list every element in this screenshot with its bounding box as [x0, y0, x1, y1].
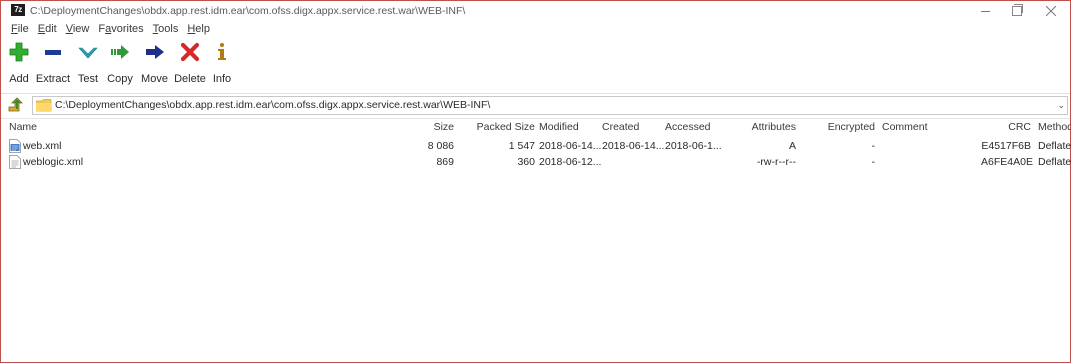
column-header-created[interactable]: Created — [602, 121, 639, 137]
up-folder-icon[interactable] — [7, 97, 25, 113]
file-name: web.xml — [23, 140, 62, 152]
maximize-button[interactable] — [1000, 1, 1034, 21]
file-method: Deflate — [1038, 140, 1071, 152]
delete-label: Delete — [174, 73, 206, 85]
chevron-down-icon[interactable]: ⌄ — [1057, 100, 1065, 111]
extract-label: Extract — [35, 73, 71, 85]
move-button[interactable]: Move — [137, 42, 172, 88]
file-modified: 2018-06-14... — [539, 140, 602, 152]
file-accessed: 2018-06-1... — [665, 140, 722, 152]
toolbar: Add Extract Test Copy Move Delete Info — [5, 42, 236, 90]
check-chevron-icon — [78, 47, 98, 59]
plus-icon — [9, 42, 29, 62]
address-path: C:\DeploymentChanges\obdx.app.rest.idm.e… — [55, 99, 491, 111]
xml-file-icon — [9, 155, 21, 169]
menu-favorites[interactable]: Favorites — [94, 23, 148, 39]
delete-button[interactable]: Delete — [172, 42, 208, 88]
file-packed-size: 1 547 — [508, 140, 535, 152]
move-arrow-icon — [145, 45, 164, 59]
add-label: Add — [9, 73, 29, 85]
file-crc: A6FE4A0E — [981, 156, 1033, 168]
menu-file[interactable]: File — [7, 23, 34, 39]
file-encrypted: - — [871, 140, 876, 152]
app-icon: 7z — [11, 4, 25, 16]
minimize-button[interactable] — [969, 1, 1003, 21]
address-field[interactable]: C:\DeploymentChanges\obdx.app.rest.idm.e… — [32, 96, 1068, 115]
folder-icon — [36, 99, 52, 112]
table-row[interactable]: weblogic.xml 869 360 2018-06-12... -rw-r… — [1, 155, 1071, 171]
column-header-crc[interactable]: CRC — [991, 121, 1031, 137]
file-attributes: -rw-r--r-- — [756, 156, 796, 168]
file-created: 2018-06-14... — [602, 140, 665, 152]
file-size: 869 — [436, 156, 454, 168]
close-icon — [1046, 6, 1056, 16]
archive-window: 7z C:\DeploymentChanges\obdx.app.rest.id… — [0, 0, 1071, 363]
column-header-comment[interactable]: Comment — [882, 121, 928, 137]
info-button[interactable]: Info — [208, 42, 236, 88]
menu-view[interactable]: View — [62, 23, 95, 39]
menu-tools[interactable]: Tools — [149, 23, 184, 39]
extract-button[interactable]: Extract — [33, 42, 73, 88]
move-label: Move — [141, 73, 168, 85]
menu-edit[interactable]: Edit — [34, 23, 62, 39]
file-crc: E4517F6B — [981, 140, 1031, 152]
file-modified: 2018-06-12... — [539, 156, 602, 168]
file-list: Name Size Packed Size Modified Created A… — [1, 118, 1071, 362]
column-header-name[interactable]: Name — [9, 121, 37, 137]
file-size: 8 086 — [427, 140, 454, 152]
info-label: Info — [212, 73, 232, 85]
copy-arrow-icon — [111, 45, 129, 59]
table-row[interactable]: web.xml 8 086 1 547 2018-06-14... 2018-0… — [1, 139, 1071, 155]
column-header-method[interactable]: Method — [1038, 121, 1071, 137]
menu-help[interactable]: Help — [183, 23, 215, 39]
column-header-size[interactable]: Size — [401, 121, 454, 137]
column-header-attributes[interactable]: Attributes — [741, 121, 796, 137]
add-button[interactable]: Add — [5, 42, 33, 88]
file-name: weblogic.xml — [23, 156, 84, 168]
address-bar: C:\DeploymentChanges\obdx.app.rest.idm.e… — [1, 93, 1070, 115]
close-button[interactable] — [1034, 1, 1068, 21]
test-label: Test — [77, 73, 99, 85]
file-attributes: A — [788, 140, 796, 152]
menu-bar: File Edit View Favorites Tools Help — [7, 23, 215, 39]
column-header-packed-size[interactable]: Packed Size — [471, 121, 535, 137]
xml-file-icon — [9, 139, 21, 153]
column-header-modified[interactable]: Modified — [539, 121, 579, 137]
copy-button[interactable]: Copy — [103, 42, 137, 88]
copy-label: Copy — [107, 73, 133, 85]
window-title: C:\DeploymentChanges\obdx.app.rest.idm.e… — [30, 5, 466, 17]
x-icon — [180, 42, 200, 62]
title-bar: 7z C:\DeploymentChanges\obdx.app.rest.id… — [1, 1, 1070, 21]
column-header-encrypted[interactable]: Encrypted — [801, 121, 875, 137]
file-packed-size: 360 — [517, 156, 535, 168]
info-icon — [218, 43, 226, 60]
column-header-accessed[interactable]: Accessed — [665, 121, 711, 137]
file-method: Deflate — [1038, 156, 1071, 168]
file-encrypted: - — [871, 156, 876, 168]
test-button[interactable]: Test — [73, 42, 103, 88]
minus-icon — [45, 50, 61, 55]
